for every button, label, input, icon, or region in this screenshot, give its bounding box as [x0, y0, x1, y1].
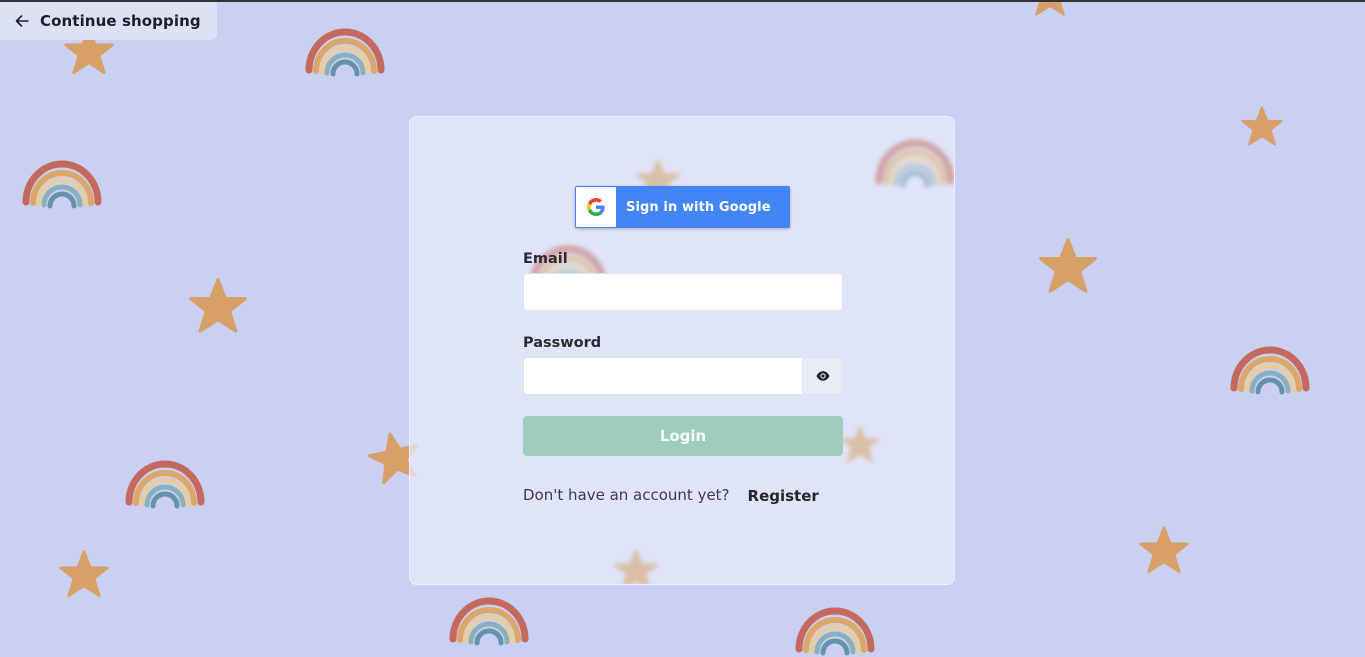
show-password-button[interactable] — [803, 357, 843, 395]
password-label: Password — [523, 335, 602, 351]
rainbow-icon — [26, 164, 98, 206]
star-icon — [189, 278, 247, 333]
email-label: Email — [523, 251, 568, 267]
star-icon — [1241, 106, 1283, 146]
password-field[interactable] — [523, 357, 803, 395]
google-sign-in-label: Sign in with Google — [626, 199, 771, 215]
arrow-left-icon — [15, 15, 29, 27]
star-icon — [59, 550, 109, 598]
register-link[interactable]: Register — [748, 487, 819, 505]
email-field[interactable] — [523, 273, 843, 311]
rainbow-icon — [129, 464, 201, 506]
star-icon — [1039, 238, 1097, 293]
google-sign-in-button[interactable]: Sign in with Google — [575, 186, 790, 228]
rainbow-icon — [799, 611, 871, 653]
register-prompt: Don't have an account yet? — [523, 486, 730, 504]
register-row: Don't have an account yet? Register — [523, 486, 819, 505]
rainbow-icon — [453, 601, 525, 643]
rainbow-icon — [309, 32, 381, 74]
eye-icon — [816, 371, 829, 381]
rainbow-icon — [1234, 350, 1306, 392]
login-card: Sign in with Google Email Password Login… — [409, 116, 955, 585]
continue-shopping-label: Continue shopping — [40, 12, 201, 30]
login-form: Sign in with Google Email Password Login… — [410, 117, 954, 584]
login-button[interactable]: Login — [523, 416, 843, 456]
continue-shopping-button[interactable]: Continue shopping — [0, 2, 217, 40]
google-logo-icon — [587, 198, 605, 216]
google-logo-box — [576, 187, 616, 227]
star-icon — [1139, 526, 1189, 574]
star-icon — [1027, 2, 1073, 16]
